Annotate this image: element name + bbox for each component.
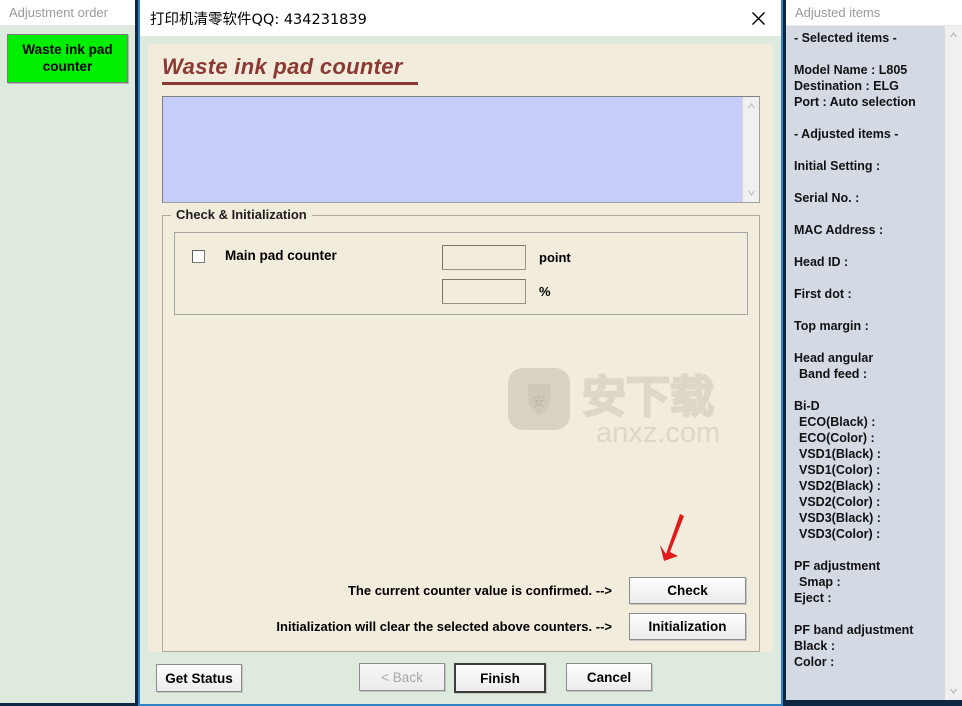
chevron-down-icon[interactable] (743, 185, 759, 202)
page-title-underline (162, 82, 418, 85)
cancel-button[interactable]: Cancel (566, 663, 652, 691)
main-pad-counter-checkbox[interactable] (192, 250, 205, 263)
adjusted-item-row: MAC Address : (794, 223, 884, 237)
adjusted-item-row: Model Name : L805 (794, 63, 908, 77)
dialog-body: Waste ink pad counter Check & Initializa… (140, 36, 781, 704)
chevron-down-icon[interactable] (945, 683, 962, 700)
adjusted-item-row: Bi-D (794, 399, 820, 413)
check-action-row: The current counter value is confirmed. … (174, 577, 746, 604)
adjusted-item-row: VSD2(Color) : (799, 495, 881, 509)
initialization-action-row: Initialization will clear the selected a… (174, 613, 746, 640)
order-item-waste-ink-pad-counter[interactable]: Waste ink pad counter (7, 34, 128, 83)
percent-field-row: % (442, 279, 571, 304)
main-dialog: 打印机清零软件QQ: 434231839 Waste ink pad count… (138, 0, 783, 706)
adjusted-item-row: VSD3(Black) : (799, 511, 881, 525)
adjusted-item-row: Port : Auto selection (794, 95, 916, 109)
get-status-button[interactable]: Get Status (156, 664, 242, 692)
check-action-text: The current counter value is confirmed. … (347, 583, 612, 598)
adjusted-item-row: VSD1(Black) : (799, 447, 881, 461)
adjusted-items-panel: Adjusted items - Selected items - Model N… (783, 0, 962, 706)
adjusted-item-row: VSD2(Black) : (799, 479, 881, 493)
adjusted-items-main: - Selected items - Model Name : L805 Desti… (786, 26, 962, 700)
percent-input[interactable] (442, 279, 526, 304)
content-panel: Waste ink pad counter Check & Initializa… (148, 44, 773, 652)
page-title: Waste ink pad counter (162, 54, 403, 79)
point-unit-label: point (539, 250, 571, 265)
adjusted-item-row: Eject : (794, 591, 832, 605)
adjustment-order-list: Waste ink pad counter (0, 26, 135, 703)
adjusted-item-row: Top margin : (794, 319, 869, 333)
adjusted-item-row: - Adjusted items - (794, 127, 899, 141)
initialization-button[interactable]: Initialization (629, 613, 746, 640)
group-title: Check & Initialization (171, 207, 312, 222)
adjusted-items-list: - Selected items - Model Name : L805 Desti… (786, 26, 945, 700)
dialog-titlebar: 打印机清零软件QQ: 434231839 (140, 0, 781, 36)
adjusted-item-row: VSD1(Color) : (799, 463, 881, 477)
initialization-action-text: Initialization will clear the selected a… (276, 619, 612, 634)
adjusted-item-row: ECO(Color) : (799, 431, 875, 445)
log-scrollbar[interactable] (742, 97, 759, 202)
adjusted-item-row: Smap : (799, 575, 841, 589)
adjusted-items-header: Adjusted items (786, 0, 962, 26)
log-textarea[interactable] (163, 97, 742, 202)
nav-buttons: < Back Finish Cancel (359, 663, 652, 693)
chevron-up-icon[interactable] (743, 97, 759, 114)
finish-button[interactable]: Finish (454, 663, 546, 693)
adjustment-order-header: Adjustment order (0, 0, 135, 26)
point-input[interactable] (442, 245, 526, 270)
adjusted-item-row: - Selected items - (794, 31, 897, 45)
action-rows: The current counter value is confirmed. … (174, 567, 748, 640)
chevron-up-icon[interactable] (945, 26, 962, 43)
adjusted-item-row: Initial Setting : (794, 159, 881, 173)
adjusted-item-row: PF adjustment (794, 559, 881, 573)
dialog-button-bar: Get Status < Back Finish Cancel (148, 652, 773, 704)
dialog-title-text: 打印机清零软件QQ: 434231839 (150, 11, 367, 28)
adjusted-item-row: First dot : (794, 287, 852, 301)
adjusted-item-row: Serial No. : (794, 191, 860, 205)
adjusted-items-scrollbar[interactable] (945, 26, 962, 700)
adjusted-item-row: Head ID : (794, 255, 849, 269)
close-icon[interactable] (735, 0, 781, 36)
main-pad-counter-panel: Main pad counter point % (174, 232, 748, 315)
main-pad-counter-label: Main pad counter (225, 248, 337, 263)
adjusted-item-row: Band feed : (799, 367, 868, 381)
adjusted-item-row: Color : (794, 655, 835, 669)
counter-fields: point % (442, 245, 571, 313)
adjusted-item-row: ECO(Black) : (799, 415, 876, 429)
back-button[interactable]: < Back (359, 663, 445, 691)
adjusted-item-row: Black : (794, 639, 835, 653)
check-and-initialization-group: Check & Initialization Main pad counter … (162, 207, 760, 652)
check-button[interactable]: Check (629, 577, 746, 604)
adjusted-item-row: Head angular (794, 351, 874, 365)
percent-unit-label: % (539, 284, 551, 299)
adjusted-item-row: Destination : ELG (794, 79, 899, 93)
adjustment-order-panel: Adjustment order Waste ink pad counter (0, 0, 138, 706)
adjusted-item-row: PF band adjustment (794, 623, 914, 637)
point-field-row: point (442, 245, 571, 270)
log-textarea-wrapper (162, 96, 760, 203)
adjusted-item-row: VSD3(Color) : (799, 527, 881, 541)
